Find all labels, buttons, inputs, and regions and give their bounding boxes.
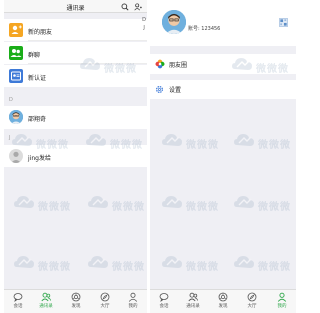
chat-icon [159,293,169,302]
tab-chats[interactable]: 会话 [153,292,175,309]
profile-header[interactable]: 账号: 123456 [150,0,296,46]
avatar [9,110,23,124]
compass-icon [247,292,257,302]
contact-name: jing发给 [28,155,51,162]
contact-name: 邵翔奇 [28,116,47,123]
qr-code-icon[interactable] [279,18,288,27]
contacts-icon [188,292,198,302]
profile-screen: 账号: 123456 朋友圈 设置 会话 通讯录 发现 大厅 我的 [150,0,296,313]
new-certification-row[interactable]: 新认证 [4,65,147,87]
photos-icon [155,59,165,69]
new-friends-label: 新的朋友 [28,29,53,36]
new-friends-row[interactable]: 新的朋友 [4,19,147,41]
settings-label: 设置 [169,87,182,94]
tab-contacts[interactable]: 通讯录 [182,292,204,309]
bottom-tab-bar: 会话 通讯录 发现 大厅 我的 [150,289,296,313]
moments-label: 朋友圈 [169,62,188,69]
badge-icon [9,69,23,83]
add-contact-icon[interactable] [134,3,142,11]
settings-row[interactable]: 设置 [150,80,296,99]
bottom-tab-bar: 会话 通讯录 发现 大厅 我的 [4,289,147,313]
tab-chats[interactable]: 会话 [7,292,29,309]
tab-contacts[interactable]: 通讯录 [35,292,57,309]
me-icon [277,292,287,302]
person-plus-icon [9,23,23,37]
settings-icon [155,85,164,94]
contacts-screen: 通讯录 新的朋友 群聊 新认证 D 邵翔奇 J jing发给 D J 会话 通讯… [4,0,147,313]
search-icon[interactable] [121,3,129,11]
discover-icon [71,292,81,302]
tab-hall[interactable]: 大厅 [94,292,116,309]
tab-hall[interactable]: 大厅 [241,292,263,309]
tab-discover[interactable]: 发现 [65,292,87,309]
account-id: 账号: 123456 [188,26,221,32]
group-chats-row[interactable]: 群聊 [4,42,147,64]
group-icon [9,46,23,60]
contact-row[interactable]: 邵翔奇 [4,106,147,129]
me-icon [128,292,138,302]
moments-row[interactable]: 朋友圈 [150,54,296,74]
tab-me[interactable]: 我的 [271,292,293,309]
avatar [9,149,23,163]
contacts-top-bar: 通讯录 [4,0,147,13]
tab-me[interactable]: 我的 [122,292,144,309]
new-certification-label: 新认证 [28,75,47,82]
section-header-j: J [4,133,147,143]
discover-icon [218,292,228,302]
compass-icon [100,292,110,302]
contact-row[interactable]: jing发给 [4,145,147,167]
section-header-d: D [4,95,147,105]
alphabet-index[interactable]: D J [142,16,146,32]
tab-discover[interactable]: 发现 [212,292,234,309]
chat-icon [13,293,23,302]
avatar [162,10,186,34]
group-chats-label: 群聊 [28,52,41,59]
contacts-icon [41,292,51,302]
